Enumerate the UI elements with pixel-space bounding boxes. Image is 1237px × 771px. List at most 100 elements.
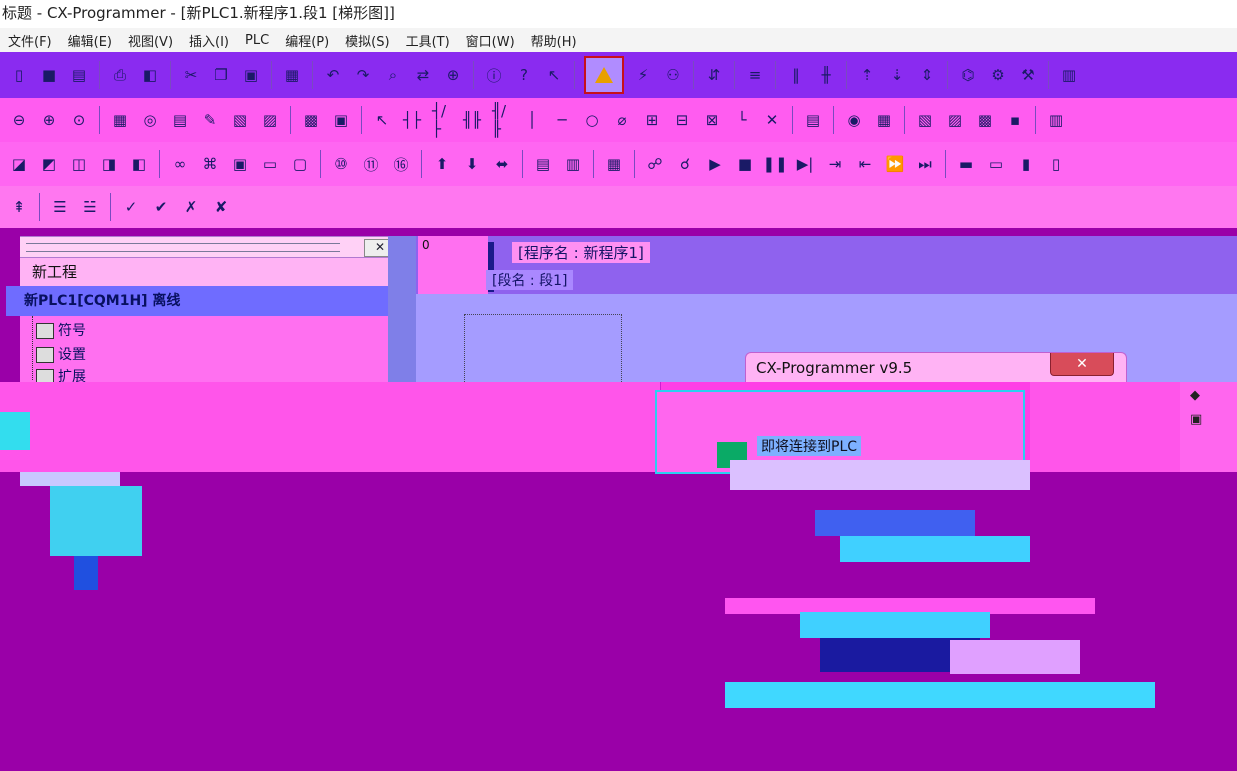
- trace-icon[interactable]: ▦: [604, 154, 624, 174]
- open-icon[interactable]: ▤: [69, 65, 89, 85]
- plc-info-icon[interactable]: ◫: [69, 154, 89, 174]
- instruction2-icon[interactable]: ⊟: [672, 110, 692, 130]
- clipboard-icon[interactable]: ▦: [282, 65, 302, 85]
- zoom-in-icon[interactable]: ⊕: [39, 110, 59, 130]
- io-table3-icon[interactable]: ▮: [1016, 154, 1036, 174]
- monitor-screen-icon[interactable]: ▤: [533, 154, 553, 174]
- compare-icon[interactable]: ≡: [745, 65, 765, 85]
- save-icon[interactable]: ■: [39, 65, 59, 85]
- binoculars-icon[interactable]: ∞: [170, 154, 190, 174]
- window2-icon[interactable]: ▢: [290, 154, 310, 174]
- data4-icon[interactable]: ▪: [1005, 110, 1025, 130]
- pause-icon[interactable]: ‖: [786, 65, 806, 85]
- print-preview-icon[interactable]: ◧: [140, 65, 160, 85]
- window-icon[interactable]: ▭: [260, 154, 280, 174]
- transfer-icon[interactable]: ⇵: [704, 65, 724, 85]
- zoom-out-icon[interactable]: ⊖: [9, 110, 29, 130]
- pause-sim-icon[interactable]: ❚❚: [762, 154, 787, 174]
- copy-icon[interactable]: ❐: [211, 65, 231, 85]
- radix-10s-icon[interactable]: ⑪: [361, 154, 381, 174]
- align-icon[interactable]: ☰: [50, 197, 70, 217]
- contact-no-icon[interactable]: ┤├: [402, 110, 422, 130]
- force-on-icon[interactable]: ⬆: [432, 154, 452, 174]
- mark2-icon[interactable]: ✔: [151, 197, 171, 217]
- columns-icon[interactable]: ▥: [1046, 110, 1066, 130]
- step-into-icon[interactable]: ▶|: [795, 154, 815, 174]
- workspace-grip[interactable]: [26, 243, 340, 252]
- pane-splitter[interactable]: [388, 236, 416, 382]
- menu-program[interactable]: 编程(P): [277, 31, 337, 50]
- monitor-icon[interactable]: ⚇: [663, 65, 683, 85]
- contact-ornc-icon[interactable]: ╢/╟: [492, 102, 512, 138]
- vertical-line-icon[interactable]: │: [522, 110, 542, 130]
- context-help-icon[interactable]: ↖: [544, 65, 564, 85]
- tree-plc[interactable]: 新PLC1[CQM1H] 离线: [6, 286, 388, 316]
- replace-icon[interactable]: ⇄: [413, 65, 433, 85]
- redo-icon[interactable]: ↷: [353, 65, 373, 85]
- zoom-icon[interactable]: ⊕: [443, 65, 463, 85]
- data-icon[interactable]: ▧: [915, 110, 935, 130]
- symbol-icon[interactable]: ⌘: [200, 154, 220, 174]
- cut-icon[interactable]: ✂: [181, 65, 201, 85]
- address-icon[interactable]: ▧: [230, 110, 250, 130]
- settings-icon[interactable]: ⚙: [988, 65, 1008, 85]
- menu-simulate[interactable]: 模拟(S): [337, 31, 397, 50]
- sma-icon[interactable]: ▩: [301, 110, 321, 130]
- ci-icon[interactable]: ▣: [331, 110, 351, 130]
- io-table-icon[interactable]: ▬: [956, 154, 976, 174]
- mark4-icon[interactable]: ✘: [211, 197, 231, 217]
- print-icon[interactable]: ⎙: [110, 65, 130, 85]
- undo-icon[interactable]: ↶: [323, 65, 343, 85]
- new-file-icon[interactable]: ▯: [9, 65, 29, 85]
- menu-tools[interactable]: 工具(T): [398, 31, 458, 50]
- step-icon[interactable]: ☍: [645, 154, 665, 174]
- download-icon[interactable]: ⇣: [887, 65, 907, 85]
- online-icon[interactable]: ⚡: [633, 65, 653, 85]
- menu-help[interactable]: 帮助(H): [523, 31, 585, 50]
- force-off-icon[interactable]: ⬇: [462, 154, 482, 174]
- menu-window[interactable]: 窗口(W): [458, 31, 523, 50]
- comment-icon[interactable]: ✎: [200, 110, 220, 130]
- radix-16-icon[interactable]: ⑯: [391, 154, 411, 174]
- function-block-icon[interactable]: ▤: [803, 110, 823, 130]
- verify-icon[interactable]: ⇕: [917, 65, 937, 85]
- zoom-fit-icon[interactable]: ⊙: [69, 110, 89, 130]
- horizontal-line-icon[interactable]: ─: [552, 110, 572, 130]
- connect-icon[interactable]: ◪: [9, 154, 29, 174]
- memory-view-icon[interactable]: ▣: [230, 154, 250, 174]
- select-icon[interactable]: ↖: [372, 110, 392, 130]
- mnemonic-icon[interactable]: ▤: [170, 110, 190, 130]
- force-cancel-icon[interactable]: ⬌: [492, 154, 512, 174]
- data2-icon[interactable]: ▨: [945, 110, 965, 130]
- memory-icon[interactable]: ▥: [1059, 65, 1079, 85]
- io-table4-icon[interactable]: ▯: [1046, 154, 1066, 174]
- step-over-icon[interactable]: ⇥: [825, 154, 845, 174]
- table-icon[interactable]: ▦: [874, 110, 894, 130]
- tools-icon[interactable]: ⚒: [1018, 65, 1038, 85]
- warning-button[interactable]: [584, 56, 624, 94]
- contact-nc-icon[interactable]: ┤/├: [432, 102, 452, 138]
- grid-icon[interactable]: ▦: [110, 110, 130, 130]
- upload-icon[interactable]: ⇡: [857, 65, 877, 85]
- mark3-icon[interactable]: ✗: [181, 197, 201, 217]
- run-icon[interactable]: ▶: [705, 154, 725, 174]
- plc-setup-icon[interactable]: ◧: [129, 154, 149, 174]
- menu-view[interactable]: 视图(V): [120, 31, 181, 50]
- coil-icon[interactable]: ○: [582, 110, 602, 130]
- disconnect-icon[interactable]: ◩: [39, 154, 59, 174]
- radix-10-icon[interactable]: ⑩: [331, 154, 351, 174]
- find-icon[interactable]: ⌕: [383, 65, 403, 85]
- network-icon[interactable]: ⌬: [958, 65, 978, 85]
- instruction3-icon[interactable]: ⊠: [702, 110, 722, 130]
- line-connect-icon[interactable]: └: [732, 110, 752, 130]
- paste-icon[interactable]: ▣: [241, 65, 261, 85]
- tree-project[interactable]: 新工程: [20, 258, 388, 286]
- coil-nc-icon[interactable]: ⌀: [612, 110, 632, 130]
- indent-icon[interactable]: ⇞: [9, 197, 29, 217]
- io-table2-icon[interactable]: ▭: [986, 154, 1006, 174]
- info-icon[interactable]: ⓘ: [484, 65, 504, 85]
- fast-forward-icon[interactable]: ⏩: [885, 154, 905, 174]
- menu-plc[interactable]: PLC: [237, 33, 277, 48]
- instruction-icon[interactable]: ⊞: [642, 110, 662, 130]
- line-delete-icon[interactable]: ✕: [762, 110, 782, 130]
